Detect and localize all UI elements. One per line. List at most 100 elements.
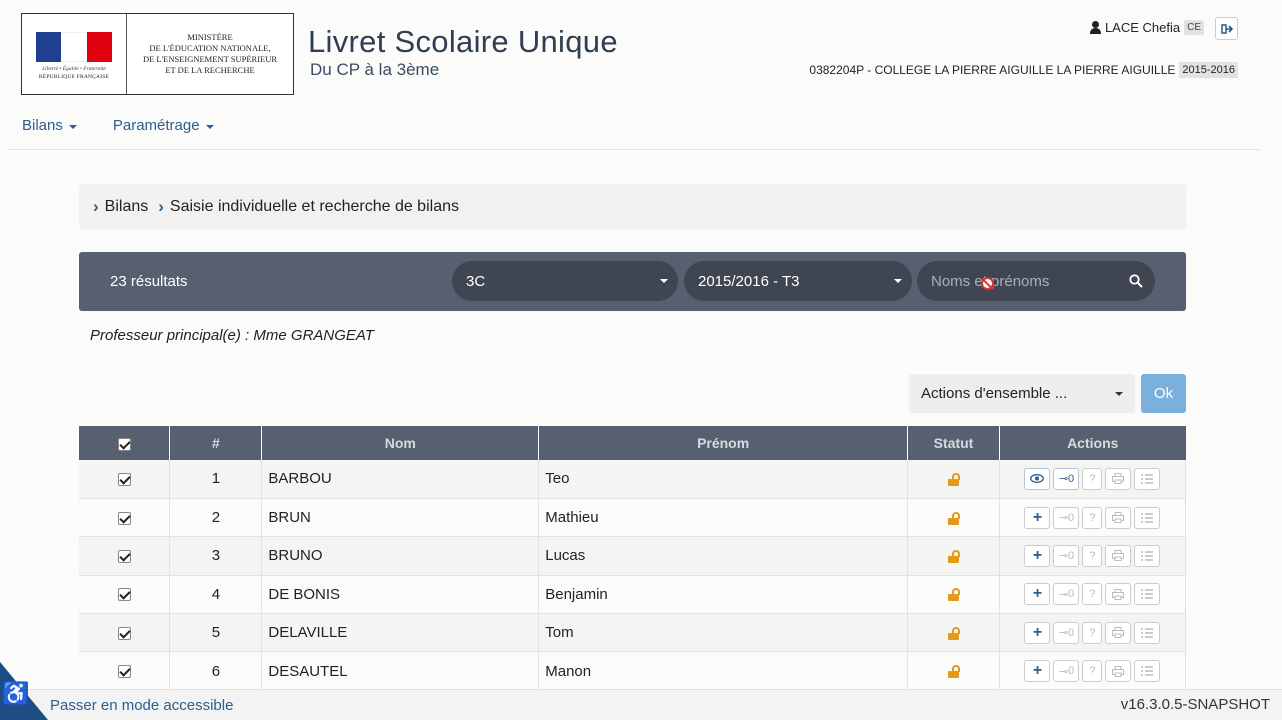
student-nom: DESAUTEL bbox=[261, 651, 540, 691]
row-checkbox[interactable] bbox=[117, 665, 131, 679]
select-all-checkbox[interactable] bbox=[117, 437, 131, 451]
print-button[interactable] bbox=[1105, 544, 1132, 567]
marianne-logo: Liberté • Égalité • Fraternité RÉPUBLIQU… bbox=[22, 14, 127, 94]
school-year-badge: 2015-2016 bbox=[1179, 62, 1238, 78]
print-button[interactable] bbox=[1105, 467, 1132, 490]
key-icon: ⊸ bbox=[1058, 473, 1069, 486]
key-count-button[interactable]: ⊸ 0 bbox=[1053, 506, 1080, 529]
ministry-line: ET DE LA RECHERCHE bbox=[165, 65, 255, 75]
breadcrumb-bilans[interactable]: Bilans bbox=[105, 198, 149, 216]
help-button[interactable]: ? bbox=[1082, 583, 1103, 606]
print-icon bbox=[1112, 665, 1125, 677]
ministry-name: MINISTÈRE DE L'ÉDUCATION NATIONALE, DE L… bbox=[127, 14, 293, 94]
status-cell bbox=[907, 460, 1000, 499]
add-bilan-button[interactable]: + bbox=[1024, 621, 1051, 644]
list-button[interactable] bbox=[1134, 660, 1161, 683]
student-nom: DE BONIS bbox=[261, 575, 540, 615]
list-button[interactable] bbox=[1134, 467, 1161, 490]
list-button[interactable] bbox=[1134, 583, 1161, 606]
key-icon: ⊸ bbox=[1058, 627, 1069, 640]
caret-down-icon bbox=[894, 279, 902, 283]
app-subtitle: Du CP à la 3ème bbox=[310, 60, 440, 79]
nav-menu-parametrage[interactable]: Paramétrage bbox=[113, 117, 214, 134]
help-button[interactable]: ? bbox=[1082, 660, 1103, 683]
class-select[interactable]: 3C bbox=[452, 261, 678, 301]
nav-label: Bilans bbox=[22, 117, 63, 134]
key-count-button[interactable]: ⊸ 0 bbox=[1053, 621, 1080, 644]
add-bilan-button[interactable]: + bbox=[1024, 660, 1051, 683]
row-checkbox[interactable] bbox=[117, 626, 131, 640]
period-select[interactable]: 2015/2016 - T3 bbox=[684, 261, 912, 301]
question-icon: ? bbox=[1089, 588, 1096, 601]
row-number: 6 bbox=[169, 651, 263, 691]
accessible-mode-link[interactable]: Passer en mode accessible bbox=[50, 697, 233, 714]
unlocked-icon bbox=[947, 588, 960, 602]
help-button[interactable]: ? bbox=[1082, 621, 1103, 644]
add-bilan-button[interactable]: + bbox=[1024, 583, 1051, 606]
column-header-prenom[interactable]: Prénom bbox=[538, 426, 909, 460]
unlocked-icon bbox=[947, 626, 960, 640]
name-search-input[interactable] bbox=[931, 272, 1121, 290]
search-icon[interactable] bbox=[1129, 274, 1143, 288]
row-checkbox[interactable] bbox=[117, 588, 131, 602]
student-nom: BRUN bbox=[261, 498, 540, 538]
row-checkbox[interactable] bbox=[117, 472, 131, 486]
key-count-button[interactable]: ⊸ 0 bbox=[1053, 583, 1080, 606]
status-cell bbox=[907, 498, 1000, 538]
user-role-badge: CE bbox=[1184, 20, 1204, 35]
list-button[interactable] bbox=[1134, 544, 1161, 567]
question-icon: ? bbox=[1089, 511, 1096, 524]
view-button[interactable] bbox=[1024, 467, 1051, 490]
key-count-button[interactable]: ⊸ 0 bbox=[1053, 467, 1080, 490]
key-icon: ⊸ bbox=[1058, 665, 1069, 678]
student-prenom: Mathieu bbox=[538, 498, 909, 538]
print-button[interactable] bbox=[1105, 583, 1132, 606]
row-number: 3 bbox=[169, 536, 263, 576]
actions-cell: + ⊸ 0? bbox=[999, 536, 1187, 576]
add-bilan-button[interactable]: + bbox=[1024, 506, 1051, 529]
print-icon bbox=[1112, 512, 1125, 524]
student-prenom: Lucas bbox=[538, 536, 909, 576]
row-select-cell bbox=[79, 460, 171, 499]
list-icon bbox=[1141, 474, 1154, 484]
row-checkbox[interactable] bbox=[117, 550, 131, 563]
students-table: # Nom Prénom Statut Actions 1 BARBOU Teo ⊸ 0… bbox=[79, 426, 1187, 691]
key-icon: ⊸ bbox=[1058, 550, 1069, 563]
print-button[interactable] bbox=[1105, 660, 1132, 683]
logout-button[interactable] bbox=[1215, 17, 1238, 40]
logout-icon bbox=[1220, 23, 1233, 34]
list-button[interactable] bbox=[1134, 621, 1161, 644]
name-search-box bbox=[917, 261, 1155, 301]
row-number: 1 bbox=[169, 460, 263, 499]
key-count-button[interactable]: ⊸ 0 bbox=[1053, 660, 1080, 683]
key-count: 0 bbox=[1068, 626, 1075, 639]
caret-down-icon bbox=[660, 279, 668, 283]
user-icon bbox=[1089, 21, 1101, 34]
chevron-right-icon: › bbox=[158, 196, 164, 216]
help-button[interactable]: ? bbox=[1082, 467, 1103, 490]
help-button[interactable]: ? bbox=[1082, 506, 1103, 529]
key-icon: ⊸ bbox=[1058, 588, 1069, 601]
student-prenom: Teo bbox=[538, 460, 909, 499]
ok-button[interactable]: Ok bbox=[1141, 374, 1186, 413]
key-count-button[interactable]: ⊸ 0 bbox=[1053, 544, 1080, 567]
row-select-cell bbox=[79, 536, 171, 576]
eye-icon bbox=[1030, 474, 1045, 484]
school-info: 0382204P - COLLEGE LA PIERRE AIGUILLE LA… bbox=[809, 62, 1238, 78]
list-button[interactable] bbox=[1134, 506, 1161, 529]
add-bilan-button[interactable]: + bbox=[1024, 544, 1051, 567]
bulk-actions-select[interactable]: Actions d'ensemble ... bbox=[909, 374, 1135, 413]
user-info: LACE Chefia CE bbox=[1089, 20, 1204, 35]
nav-menu-bilans[interactable]: Bilans bbox=[22, 117, 77, 134]
table-row: 2 BRUN Mathieu + ⊸ 0? bbox=[79, 498, 1187, 538]
wheelchair-icon[interactable]: ♿ bbox=[2, 683, 29, 705]
student-prenom: Tom bbox=[538, 613, 909, 653]
row-checkbox[interactable] bbox=[117, 511, 131, 525]
list-icon bbox=[1141, 666, 1154, 676]
status-cell bbox=[907, 613, 1000, 653]
chevron-right-icon: › bbox=[93, 196, 99, 216]
print-button[interactable] bbox=[1105, 506, 1132, 529]
help-button[interactable]: ? bbox=[1082, 544, 1103, 567]
print-button[interactable] bbox=[1105, 621, 1132, 644]
column-header-nom[interactable]: Nom bbox=[261, 426, 540, 460]
